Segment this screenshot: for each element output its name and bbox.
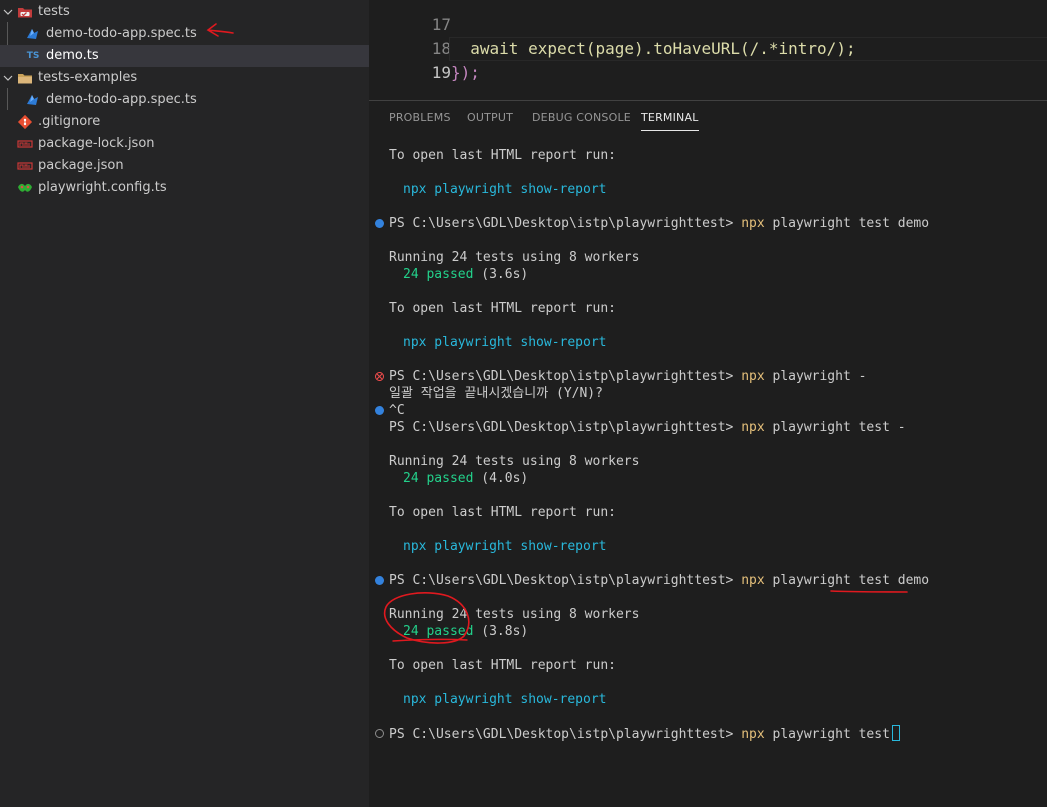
editor-line: 18 }); — [369, 13, 1047, 82]
chevron-down-icon — [3, 73, 13, 83]
terminal-prompt-line: PS C:\Users\GDL\Desktop\istp\playwrightt… — [389, 725, 900, 743]
explorer-file-demo-ts[interactable]: TS demo.ts — [0, 45, 369, 67]
bottom-panel: PROBLEMS OUTPUT DEBUG CONSOLE TERMINAL T… — [369, 100, 1047, 807]
tree-item-label: tests — [38, 4, 70, 19]
terminal-prompt-line: PS C:\Users\GDL\Desktop\istp\playwrightt… — [389, 368, 866, 385]
tests-folder-icon — [17, 4, 33, 20]
passed-count: 24 passed — [403, 267, 474, 282]
line-number: 19 — [431, 63, 451, 82]
tree-item-label: demo-todo-app.spec.ts — [46, 26, 197, 41]
tree-item-label: package.json — [38, 158, 124, 173]
terminal-cursor — [891, 725, 900, 741]
command-args: playwright test demo — [772, 216, 930, 231]
prompt: PS C:\Users\GDL\Desktop\istp\playwrightt… — [389, 216, 734, 231]
explorer-file-gitignore[interactable]: .gitignore — [0, 111, 369, 133]
command-args: playwright - — [772, 369, 867, 384]
terminal-line: Running 24 tests using 8 workers — [389, 454, 640, 469]
tab-output[interactable]: OUTPUT — [467, 111, 513, 131]
command: npx — [741, 727, 765, 742]
command-pending-decoration[interactable] — [375, 729, 384, 738]
tree-item-label: playwright.config.ts — [38, 180, 167, 195]
editor-line: 19 — [369, 37, 1047, 82]
explorer-folder-tests-examples[interactable]: tests-examples — [0, 67, 369, 89]
terminal-line: 24 passed (3.8s) — [403, 623, 528, 640]
tree-item-label: demo.ts — [46, 48, 99, 63]
explorer-file-package[interactable]: package.json — [0, 155, 369, 177]
command-args: playwright test — [772, 727, 890, 742]
command-success-decoration[interactable] — [375, 576, 384, 585]
command: npx — [741, 216, 765, 231]
terminal-line: 24 passed (4.0s) — [403, 470, 528, 487]
prompt: PS C:\Users\GDL\Desktop\istp\playwrightt… — [389, 573, 734, 588]
typescript-icon: TS — [26, 51, 40, 61]
terminal-line: To open last HTML report run: — [389, 658, 616, 673]
tree-item-label: tests-examples — [38, 70, 138, 85]
terminal-prompt-line: PS C:\Users\GDL\Desktop\istp\playwrightt… — [389, 572, 929, 589]
terminal-line: To open last HTML report run: — [389, 301, 616, 316]
duration: (4.0s) — [481, 471, 529, 486]
tab-problems[interactable]: PROBLEMS — [389, 111, 451, 131]
terminal-line: ^C — [389, 403, 405, 418]
playwright-icon — [25, 92, 41, 108]
command-args: playwright test - — [772, 420, 906, 435]
duration: (3.6s) — [481, 267, 529, 282]
tree-item-label: demo-todo-app.spec.ts — [46, 92, 197, 107]
npm-icon — [17, 136, 33, 152]
terminal-line: 24 passed (3.6s) — [403, 266, 528, 283]
prompt: PS C:\Users\GDL\Desktop\istp\playwrightt… — [389, 727, 734, 742]
explorer-folder-tests[interactable]: tests — [0, 1, 369, 23]
npm-icon — [17, 158, 33, 174]
explorer-file-package-lock[interactable]: package-lock.json — [0, 133, 369, 155]
command-error-decoration[interactable] — [375, 372, 384, 381]
passed-count: 24 passed — [403, 624, 474, 639]
playwright-config-icon — [17, 180, 33, 196]
terminal-line: Running 24 tests using 8 workers — [389, 607, 640, 622]
explorer-file-demo-todo-app-spec[interactable]: demo-todo-app.spec.ts — [0, 23, 369, 45]
tab-debug-console[interactable]: DEBUG CONSOLE — [532, 111, 631, 131]
tree-item-label: .gitignore — [38, 114, 101, 129]
playwright-icon — [25, 26, 41, 42]
prompt: PS C:\Users\GDL\Desktop\istp\playwrightt… — [389, 420, 734, 435]
terminal-line: npx playwright show-report — [403, 692, 607, 707]
passed-count: 24 passed — [403, 471, 474, 486]
command: npx — [741, 420, 765, 435]
terminal-line: To open last HTML report run: — [389, 148, 616, 163]
tab-terminal[interactable]: TERMINAL — [641, 111, 699, 131]
folder-icon — [17, 70, 33, 86]
command-success-decoration[interactable] — [375, 219, 384, 228]
command-args: playwright test demo — [772, 573, 930, 588]
terminal-line: Running 24 tests using 8 workers — [389, 250, 640, 265]
command: npx — [741, 369, 765, 384]
terminal-line: npx playwright show-report — [403, 335, 607, 350]
terminal-line: To open last HTML report run: — [389, 505, 616, 520]
git-icon — [17, 114, 33, 130]
chevron-down-icon — [3, 7, 13, 17]
prompt: PS C:\Users\GDL\Desktop\istp\playwrightt… — [389, 369, 734, 384]
command: npx — [741, 573, 765, 588]
explorer-sidebar: tests demo-todo-app.spec.ts TS demo.ts t… — [0, 0, 369, 807]
explorer-file-playwright-config[interactable]: playwright.config.ts — [0, 177, 369, 199]
terminal-line: npx playwright show-report — [403, 182, 607, 197]
duration: (3.8s) — [481, 624, 529, 639]
terminal-line: 일괄 작업을 끝내시겠습니까 (Y/N)? — [389, 386, 603, 401]
terminal-line: npx playwright show-report — [403, 539, 607, 554]
editor-line: 17 await expect(page).toHaveURL(/.*intro… — [369, 0, 1047, 58]
tree-item-label: package-lock.json — [38, 136, 155, 151]
command-success-decoration[interactable] — [375, 406, 384, 415]
terminal-prompt-line: PS C:\Users\GDL\Desktop\istp\playwrightt… — [389, 419, 906, 436]
code-text: }); — [451, 63, 480, 82]
terminal-prompt-line: PS C:\Users\GDL\Desktop\istp\playwrightt… — [389, 215, 929, 232]
code-editor[interactable]: 17 await expect(page).toHaveURL(/.*intro… — [369, 0, 1047, 100]
explorer-file-demo-todo-app-spec-example[interactable]: demo-todo-app.spec.ts — [0, 89, 369, 111]
